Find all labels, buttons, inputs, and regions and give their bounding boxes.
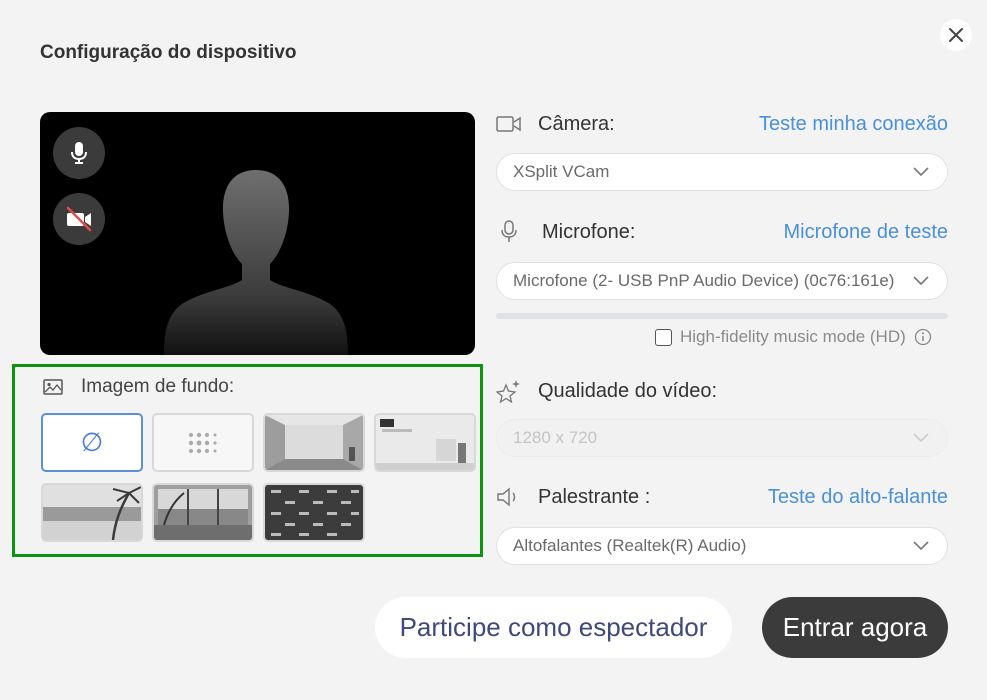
camera-row: Câmera: Teste minha conexão [496, 112, 948, 136]
background-beach-tile[interactable] [41, 483, 143, 542]
test-speaker-link[interactable]: Teste do alto-falante [768, 486, 948, 509]
none-symbol: ∅ [80, 427, 104, 457]
microphone-level-meter [496, 313, 948, 319]
chevron-down-icon [913, 541, 929, 551]
video-preview [40, 112, 475, 355]
speaker-icon [497, 487, 516, 507]
camera-toggle-button[interactable] [53, 193, 105, 245]
camera-select-value: XSplit VCam [513, 162, 610, 181]
test-connection-link[interactable]: Teste minha conexão [759, 113, 948, 136]
speaker-label: Palestrante : [538, 485, 651, 508]
microphone-select-value: Microfone (2- USB PnP Audio Device) (0c7… [513, 271, 895, 290]
hd-mode-row: High-fidelity music mode (HD) [655, 327, 932, 347]
background-pattern-tile[interactable] [263, 483, 365, 542]
camera-off-icon [66, 206, 92, 232]
user-silhouette-icon [164, 170, 348, 355]
close-button[interactable] [940, 19, 972, 51]
office-thumbnail [376, 415, 474, 470]
join-now-button[interactable]: Entrar agora [762, 597, 948, 658]
join-as-spectator-button[interactable]: Participe como espectador [375, 597, 732, 658]
background-label: Imagem de fundo: [81, 376, 235, 397]
dialog-title: Configuração do dispositivo [40, 42, 297, 63]
info-icon[interactable] [914, 328, 932, 346]
microphone-icon [71, 142, 87, 164]
mic-toggle-button[interactable] [53, 127, 105, 179]
video-quality-label: Qualidade do vídeo: [538, 379, 718, 402]
sparkle-star-icon [496, 380, 520, 403]
image-icon [43, 379, 63, 395]
speaker-select-value: Altofalantes (Realtek(R) Audio) [513, 536, 747, 555]
test-microphone-link[interactable]: Microfone de teste [783, 221, 948, 244]
hd-mode-label: High-fidelity music mode (HD) [680, 327, 906, 346]
background-none-tile[interactable]: ∅ [41, 413, 143, 472]
close-icon [949, 28, 963, 42]
microphone-label: Microfone: [542, 220, 636, 243]
background-window-view-tile[interactable] [152, 483, 254, 542]
speaker-row: Palestrante : Teste do alto-falante [496, 485, 948, 509]
background-empty-room-tile[interactable] [263, 413, 365, 472]
video-quality-row: Qualidade do vídeo: [496, 378, 948, 404]
video-quality-select[interactable]: 1280 x 720 [496, 419, 948, 457]
background-blur-tile[interactable] [152, 413, 254, 472]
background-office-tile[interactable] [374, 413, 476, 472]
chevron-down-icon [913, 276, 929, 286]
microphone-outline-icon [501, 220, 517, 242]
chevron-down-icon [913, 167, 929, 177]
video-camera-icon [496, 116, 521, 132]
chevron-down-icon [913, 433, 929, 443]
beach-thumbnail [43, 485, 141, 540]
pattern-thumbnail [265, 485, 363, 540]
microphone-select[interactable]: Microfone (2- USB PnP Audio Device) (0c7… [496, 262, 948, 300]
window-view-thumbnail [154, 485, 252, 540]
hd-mode-checkbox[interactable] [655, 328, 672, 346]
blur-icon [188, 432, 217, 453]
camera-select[interactable]: XSplit VCam [496, 153, 948, 191]
background-image-section: Imagem de fundo: ∅ [12, 364, 483, 557]
empty-room-thumbnail [265, 415, 363, 470]
camera-label: Câmera: [538, 112, 615, 135]
microphone-row: Microfone: Microfone de teste [496, 220, 948, 244]
speaker-select[interactable]: Altofalantes (Realtek(R) Audio) [496, 527, 948, 565]
video-quality-select-value: 1280 x 720 [513, 428, 598, 447]
